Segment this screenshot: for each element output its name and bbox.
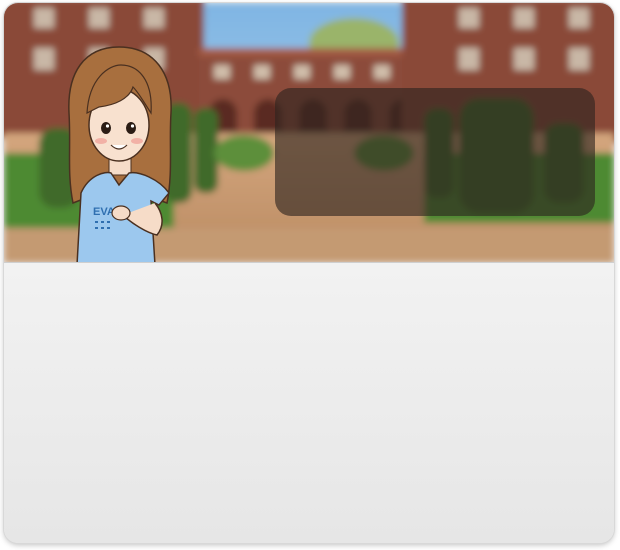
character-eva-avatar: EVA (68, 46, 172, 263)
game-window: EVA (4, 3, 614, 543)
scene-background: EVA (4, 3, 614, 263)
choice-panel[interactable] (4, 263, 614, 543)
dialogue-box[interactable] (275, 88, 595, 216)
